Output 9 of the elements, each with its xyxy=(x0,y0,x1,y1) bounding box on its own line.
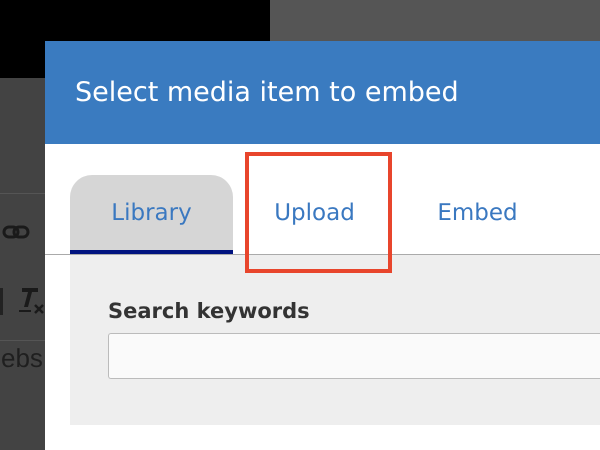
link-icon xyxy=(2,225,30,239)
tab[interactable]: Upload xyxy=(233,175,396,254)
dialog-title: Select media item to embed xyxy=(75,77,459,108)
toolbar-separator xyxy=(0,288,3,315)
tab[interactable]: Embed xyxy=(396,175,559,254)
search-field[interactable] xyxy=(108,333,600,379)
tab[interactable]: Library xyxy=(70,175,233,254)
clear-format-icon xyxy=(17,285,45,315)
search-label: Search keywords xyxy=(108,299,310,323)
